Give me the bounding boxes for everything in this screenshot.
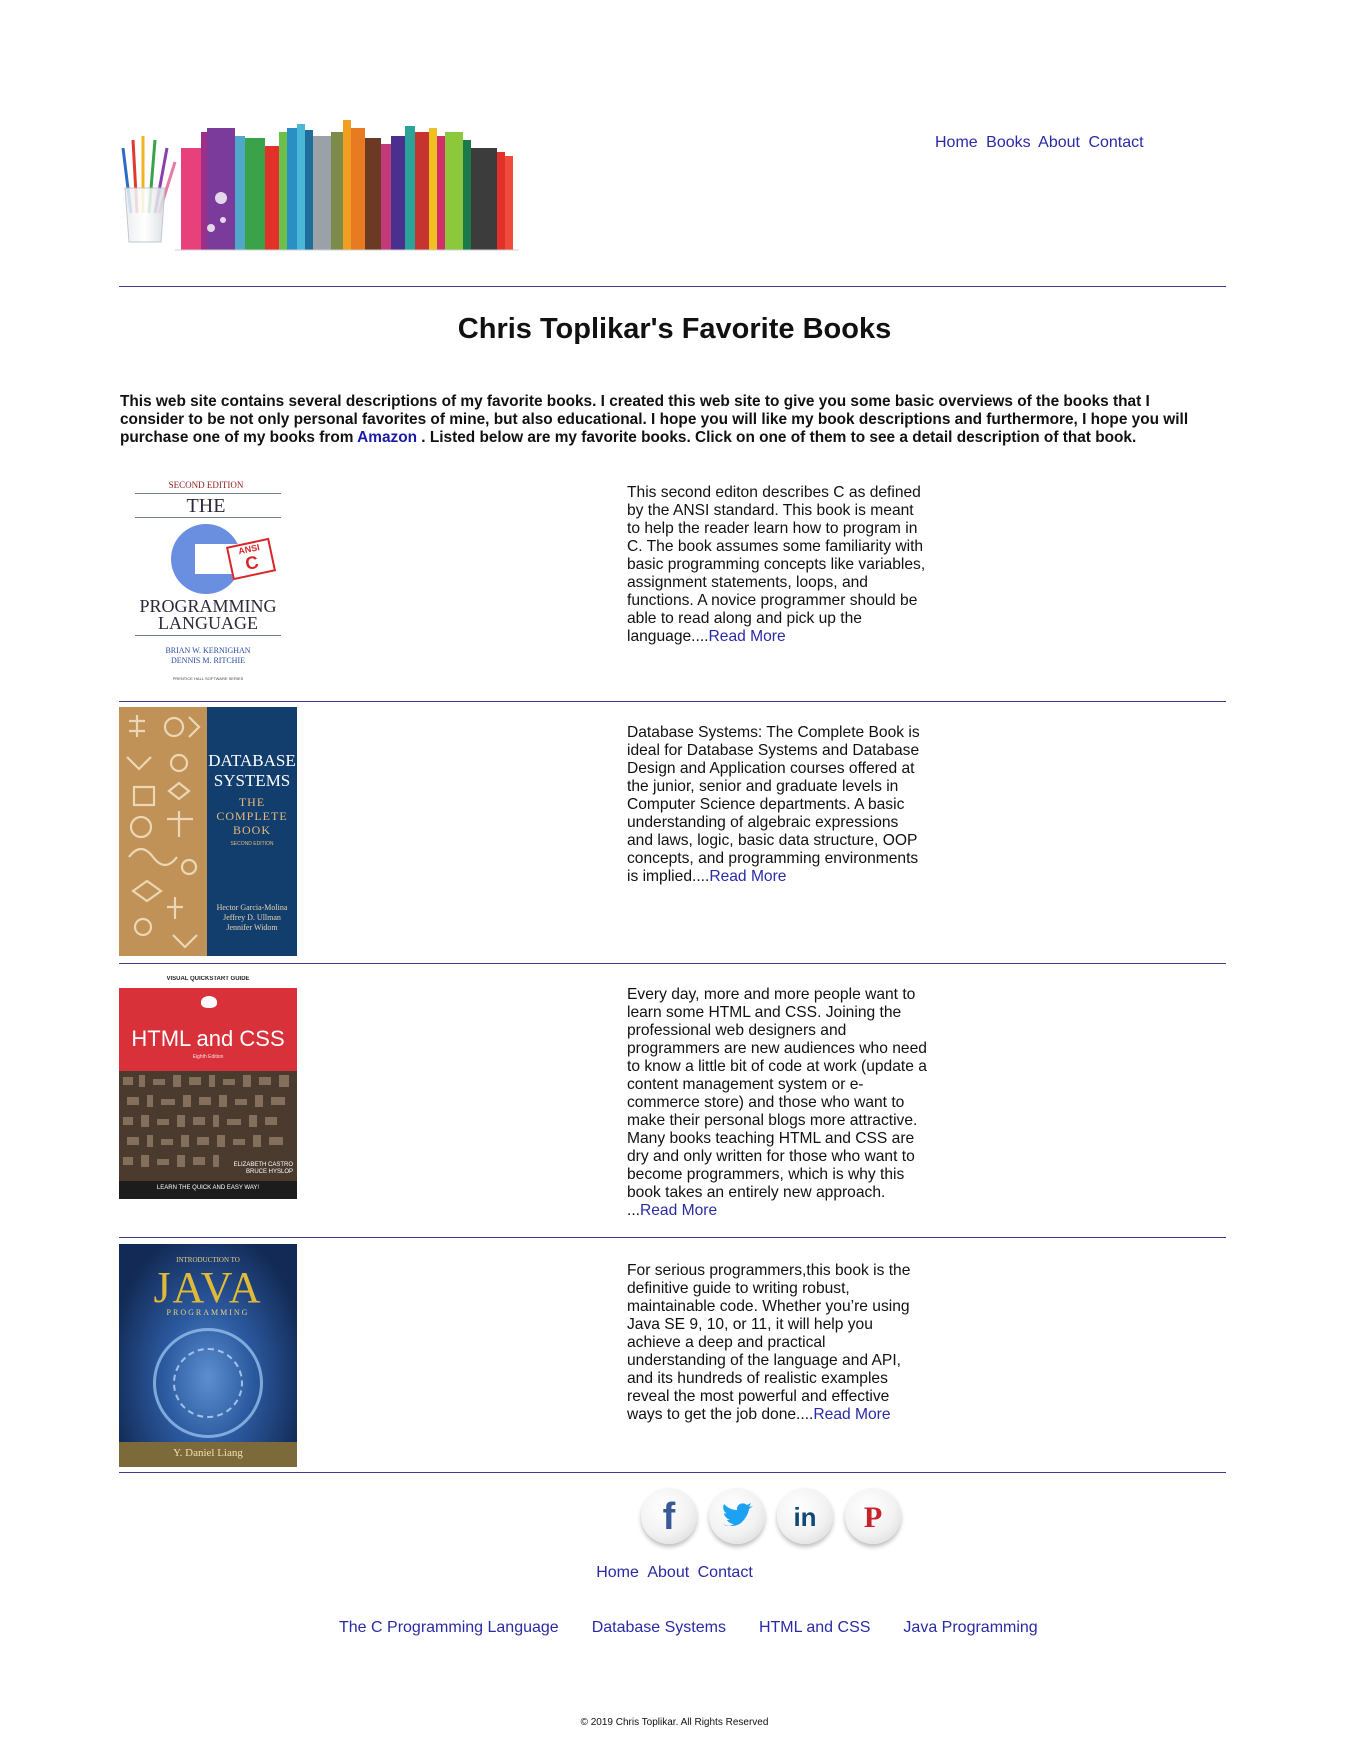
copyright-text: © 2019 Chris Toplikar. All Rights Reserv… bbox=[580, 1717, 769, 1728]
book-divider bbox=[119, 963, 1226, 964]
java-programming-description: For serious programmers,this book is the… bbox=[627, 1262, 927, 1424]
pinterest-icon[interactable]: P bbox=[845, 1488, 901, 1544]
java-cover-author: Y. Daniel Liang bbox=[173, 1447, 243, 1459]
db-cover-edition: SECOND EDITION bbox=[230, 841, 274, 847]
footer-book-links: The C Programming Language Database Syste… bbox=[339, 1619, 1071, 1637]
top-nav: Home Books About Contact bbox=[935, 134, 1148, 152]
html-cover-title: HTML and CSS bbox=[131, 1026, 285, 1051]
db-cover-title: DATABASE SYSTEMS bbox=[208, 751, 296, 790]
rabbit-logo-icon bbox=[201, 996, 217, 1008]
java-cover-title: JAVA bbox=[153, 1263, 263, 1312]
db-cover-authors: Hector Garcia-Molina Jeffrey D. Ullman Jen… bbox=[216, 903, 288, 932]
book-link-java-programming[interactable]: Java Programming bbox=[903, 1619, 1037, 1636]
c-programming-description: This second editon describes C as define… bbox=[627, 484, 927, 646]
nav-link-about[interactable]: About bbox=[1038, 134, 1080, 151]
book-divider bbox=[119, 1237, 1226, 1238]
book-link-html-css[interactable]: HTML and CSS bbox=[759, 1619, 870, 1636]
linkedin-icon[interactable]: in bbox=[777, 1488, 833, 1544]
java-cover-subtitle: PROGRAMMING bbox=[166, 1308, 250, 1317]
read-more-link-c[interactable]: Read More bbox=[709, 628, 786, 645]
intro-paragraph: This web site contains several descripti… bbox=[120, 393, 1210, 447]
java-programming-cover-image[interactable]: INTRODUCTION TO JAVA PROGRAMMING Y. Dani… bbox=[119, 1244, 297, 1467]
c-cover-series: PRENTICE HALL SOFTWARE SERIES bbox=[172, 676, 244, 681]
book-link-database-systems[interactable]: Database Systems bbox=[592, 1619, 726, 1636]
html-cover-tagline: LEARN THE QUICK AND EASY WAY! bbox=[156, 1185, 260, 1191]
html-css-cover-image[interactable]: VISUAL QUICKSTART GUIDE HTML and CSS Eig… bbox=[119, 976, 297, 1199]
footer-nav: Home About Contact bbox=[0, 1564, 1349, 1582]
c-cover-the: THE bbox=[186, 495, 226, 517]
java-description-text: For serious programmers,this book is the… bbox=[627, 1262, 911, 1423]
books-row-icon bbox=[119, 120, 579, 285]
header-divider bbox=[119, 286, 1226, 287]
c-cover-edition: SECOND EDITION bbox=[168, 480, 244, 490]
glyph-pattern-icon bbox=[119, 707, 207, 956]
c-programming-cover-image[interactable]: SECOND EDITION THE ANSI C PROGRAMMING LAN… bbox=[119, 480, 297, 685]
pencil-cup-icon bbox=[121, 136, 177, 243]
book-link-c-programming[interactable]: The C Programming Language bbox=[339, 1619, 559, 1636]
read-more-link-html[interactable]: Read More bbox=[640, 1202, 717, 1219]
hieroglyph-stone-icon bbox=[119, 1071, 297, 1199]
html-cover-edition: Eighth Edition bbox=[192, 1054, 224, 1060]
nav-link-contact[interactable]: Contact bbox=[1088, 134, 1143, 151]
ansi-badge: ANSI C bbox=[225, 537, 277, 581]
facebook-icon[interactable]: f bbox=[641, 1488, 697, 1544]
nav-link-books[interactable]: Books bbox=[986, 134, 1030, 151]
database-systems-description: Database Systems: The Complete Book is i… bbox=[627, 724, 927, 886]
svg-text:in: in bbox=[793, 1502, 816, 1532]
db-cover-subtitle: THE COMPLETE BOOK bbox=[216, 795, 288, 837]
nav-link-home[interactable]: Home bbox=[935, 134, 978, 151]
db-description-text: Database Systems: The Complete Book is i… bbox=[627, 724, 920, 885]
intro-text-end: . Listed below are my favorite books. Cl… bbox=[417, 429, 1137, 446]
read-more-link-db[interactable]: Read More bbox=[709, 868, 786, 885]
read-more-link-java[interactable]: Read More bbox=[813, 1406, 890, 1423]
svg-text:f: f bbox=[663, 1496, 676, 1538]
html-cover-series: VISUAL QUICKSTART GUIDE bbox=[166, 976, 250, 982]
c-description-text: This second editon describes C as define… bbox=[627, 484, 926, 645]
page-title: Chris Toplikar's Favorite Books bbox=[457, 313, 892, 345]
html-description-text: Every day, more and more people want to … bbox=[627, 986, 927, 1219]
amazon-link[interactable]: Amazon bbox=[357, 429, 417, 446]
footer-divider bbox=[119, 1472, 1226, 1473]
footer-link-home[interactable]: Home bbox=[596, 1564, 639, 1581]
c-cover-authors: BRIAN W. KERNIGHAN DENNIS M. RITCHIE bbox=[165, 646, 251, 665]
twitter-icon[interactable] bbox=[709, 1488, 765, 1544]
c-cover-title: PROGRAMMING LANGUAGE bbox=[139, 596, 277, 633]
html-css-description: Every day, more and more people want to … bbox=[627, 986, 927, 1220]
svg-text:P: P bbox=[864, 1501, 882, 1534]
footer-link-contact[interactable]: Contact bbox=[698, 1564, 753, 1581]
bookshelf-banner-image bbox=[119, 120, 579, 285]
book-divider bbox=[119, 701, 1226, 702]
html-cover-authors: ELIZABETH CASTRO BRUCE HYSLOP bbox=[233, 1162, 293, 1175]
footer-link-about[interactable]: About bbox=[647, 1564, 689, 1581]
database-systems-cover-image[interactable]: DATABASE SYSTEMS THE COMPLETE BOOK SECOND E… bbox=[119, 707, 297, 956]
